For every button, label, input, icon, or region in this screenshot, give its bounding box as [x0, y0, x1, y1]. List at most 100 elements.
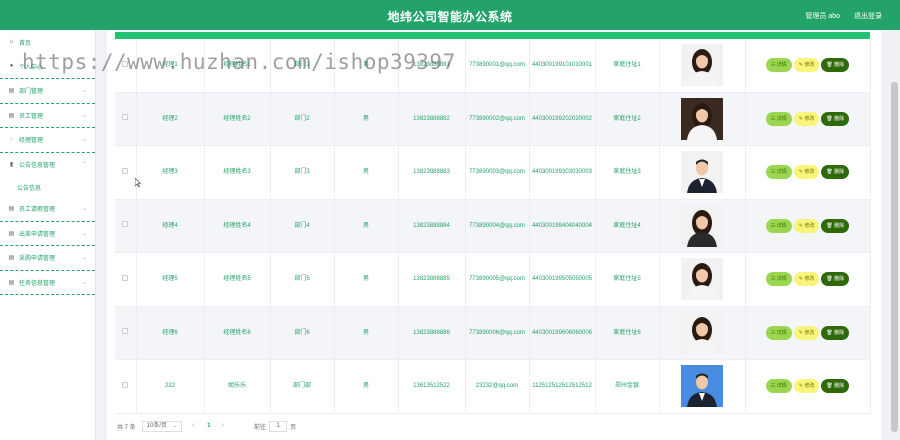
- edit-button[interactable]: ✎ 修改: [793, 379, 820, 394]
- detail-button[interactable]: ☷ 详情: [765, 111, 792, 126]
- cell-account: 经理4: [136, 199, 205, 253]
- sidebar-item-label: 采购申请管理: [19, 256, 56, 263]
- sidebar-item-8[interactable]: ▤ 出差申请管理 ⌄: [0, 222, 95, 246]
- chevron-down-icon: ⌄: [81, 279, 87, 286]
- row-checkbox[interactable]: [122, 167, 129, 174]
- total-count: 共 7 条: [117, 424, 136, 431]
- list-icon: ▤: [8, 112, 15, 119]
- delete-button[interactable]: 🗑 删除: [821, 379, 850, 394]
- chevron-up-icon: ⌃: [81, 161, 87, 168]
- page-number-1[interactable]: 1: [207, 423, 210, 429]
- cell-actions: ☷ 详情 ✎ 修改 🗑 删除: [745, 92, 871, 146]
- cell-dept: 部门5: [270, 252, 335, 306]
- cell-account: 经理6: [136, 306, 205, 360]
- delete-button[interactable]: 🗑 删除: [821, 325, 850, 340]
- edit-button[interactable]: ✎ 修改: [793, 58, 820, 73]
- cell-dept: 部门部: [270, 359, 335, 413]
- row-checkbox[interactable]: [122, 60, 129, 67]
- cell-name: 经理姓名6: [204, 306, 271, 360]
- cell-address: 家庭住址2: [595, 92, 660, 146]
- cell-photo: [659, 199, 746, 253]
- cell-email: 773890002@qq.com: [465, 92, 530, 146]
- edit-button[interactable]: ✎ 修改: [793, 272, 820, 287]
- delete-button[interactable]: 🗑 删除: [821, 218, 850, 233]
- delete-button[interactable]: 🗑 删除: [821, 58, 850, 73]
- chart-icon: ▮: [9, 162, 14, 169]
- chevron-down-icon: ⌄: [81, 206, 87, 212]
- list-icon: ▤: [8, 88, 15, 95]
- cell-actions: ☷ 详情 ✎ 修改 🗑 删除: [745, 306, 871, 360]
- sidebar-item-label: 个人中心: [19, 64, 44, 71]
- sidebar-item-label: 首页: [19, 40, 32, 47]
- edit-button[interactable]: ✎ 修改: [793, 165, 820, 180]
- sidebar-item-9[interactable]: ▤ 采购申请管理 ⌄: [0, 246, 95, 271]
- detail-button[interactable]: ☷ 详情: [765, 325, 792, 340]
- cell-actions: ☷ 详情 ✎ 修改 🗑 删除: [745, 145, 871, 199]
- cell-actions: ☷ 详情 ✎ 修改 🗑 删除: [745, 252, 871, 306]
- page-size-select[interactable]: 10条/页 ⌄: [141, 420, 182, 432]
- list-icon: ▤: [8, 279, 15, 286]
- cell-dept: 部门6: [270, 306, 335, 360]
- detail-button[interactable]: ☷ 详情: [765, 379, 792, 394]
- cell-idcard: 440300199606060006: [529, 306, 596, 360]
- sidebar-item-2[interactable]: ▤ 部门管理 ⌄: [0, 79, 95, 104]
- delete-button[interactable]: 🗑 删除: [821, 165, 850, 180]
- row-checkbox[interactable]: [122, 328, 129, 335]
- table-row: 222 胡乐乐 部门部男 13613512522 23232@qq.com 1125125…: [115, 359, 871, 413]
- list-icon: ▤: [8, 255, 15, 262]
- cell-idcard: 440300199101010001: [529, 39, 596, 92]
- cell-phone: 13823888883: [398, 145, 466, 199]
- cell-phone: 13823888881: [398, 39, 466, 92]
- cell-actions: ☷ 详情 ✎ 修改 🗑 删除: [745, 359, 871, 413]
- detail-button[interactable]: ☷ 详情: [765, 58, 792, 73]
- edit-button[interactable]: ✎ 修改: [793, 325, 820, 340]
- avatar: [681, 204, 723, 247]
- avatar: [681, 97, 723, 140]
- cell-dept: 部门2: [270, 92, 335, 146]
- select-cell: [115, 199, 137, 253]
- next-page-button[interactable]: >: [221, 423, 225, 429]
- cell-dept: 部门3: [270, 145, 335, 199]
- chevron-down-icon: ⌄: [81, 63, 87, 70]
- avatar: [681, 151, 723, 194]
- cell-account: 经理1: [136, 39, 205, 92]
- chevron-down-icon: ⌄: [81, 112, 87, 119]
- cell-photo: [659, 359, 746, 413]
- sidebar-subitem-6[interactable]: 公告信息: [0, 177, 95, 197]
- cell-address: 家庭住址6: [595, 306, 660, 360]
- detail-button[interactable]: ☷ 详情: [765, 165, 792, 180]
- edit-button[interactable]: ✎ 修改: [793, 218, 820, 233]
- sidebar-item-10[interactable]: ▤ 任务信息管理 ⌄: [0, 271, 95, 295]
- detail-button[interactable]: ☷ 详情: [765, 218, 792, 233]
- sidebar-item-label: 经理管理: [19, 138, 44, 145]
- sidebar-item-3[interactable]: ▤ 员工管理 ⌄: [0, 104, 95, 128]
- sidebar-item-label: 出差申请管理: [19, 231, 56, 238]
- sidebar-item-1[interactable]: ● 个人中心 ⌄: [0, 55, 95, 79]
- cell-idcard: 440300199505050005: [529, 252, 596, 306]
- avatar: [681, 311, 723, 354]
- sidebar-item-0[interactable]: ⌂ 首页: [0, 30, 95, 55]
- cell-address: 家庭住址5: [595, 252, 660, 306]
- delete-button[interactable]: 🗑 删除: [821, 272, 850, 287]
- scrollbar-thumb[interactable]: [891, 82, 898, 432]
- row-checkbox[interactable]: [122, 381, 129, 388]
- detail-button[interactable]: ☷ 详情: [765, 272, 792, 287]
- sidebar-item-5[interactable]: ▮ 公告信息管理 ⌃: [0, 153, 95, 178]
- edit-button[interactable]: ✎ 修改: [793, 111, 820, 126]
- delete-button[interactable]: 🗑 删除: [821, 111, 850, 126]
- cell-gender: 男: [334, 39, 399, 92]
- goto-page-input[interactable]: 1: [269, 420, 288, 432]
- logout-link[interactable]: 退出登录: [854, 11, 882, 21]
- cell-name: 经理姓名1: [204, 39, 271, 92]
- row-checkbox[interactable]: [122, 221, 129, 228]
- sidebar-item-7[interactable]: ▤ 员工请假管理 ⌄: [0, 197, 95, 222]
- cell-address: 家庭住址3: [595, 145, 660, 199]
- cell-address: 家庭住址4: [595, 199, 660, 253]
- row-checkbox[interactable]: [122, 274, 129, 281]
- cell-name: 经理姓名4: [204, 199, 271, 253]
- sidebar-item-4[interactable]: ◌ 经理管理 ⌄: [0, 128, 95, 153]
- avatar: [681, 258, 723, 301]
- row-checkbox[interactable]: [122, 114, 129, 121]
- prev-page-button[interactable]: <: [192, 423, 196, 429]
- select-cell: [115, 252, 137, 306]
